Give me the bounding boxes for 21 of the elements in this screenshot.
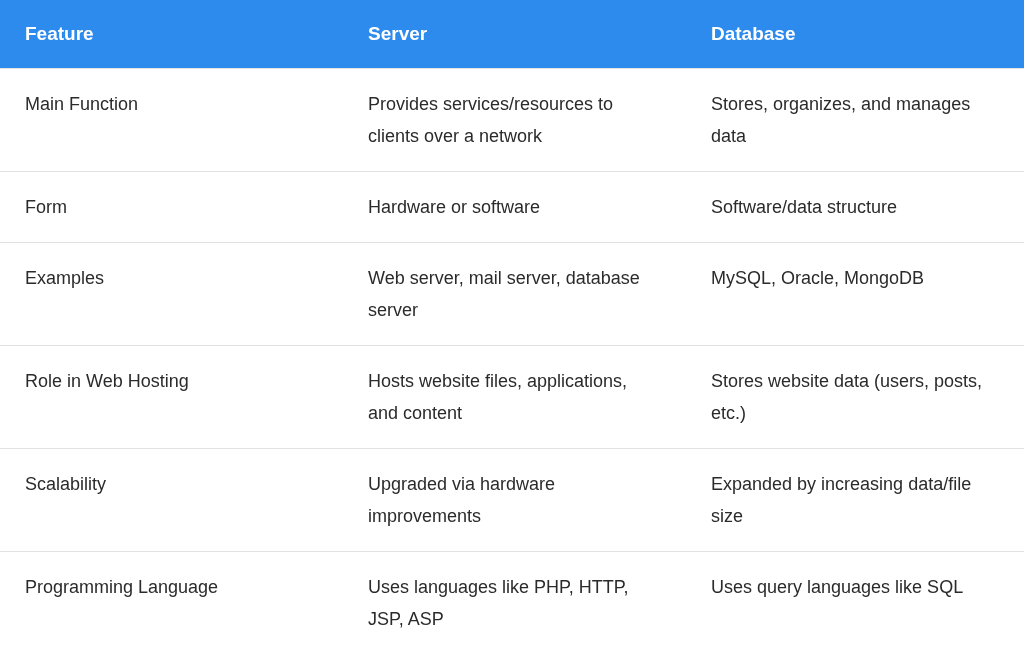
table-cell: Expanded by increasing data/file size (686, 448, 1024, 552)
table-cell: Uses languages like PHP, HTTP, JSP, ASP (343, 551, 686, 652)
table-cell: Web server, mail server, database server (343, 242, 686, 346)
table-cell: Hosts website files, applications, and content (343, 345, 686, 449)
table-cell: Upgraded via hardware improvements (343, 448, 686, 552)
table-cell: MySQL, Oracle, MongoDB (686, 242, 1024, 346)
table-cell: Stores website data (users, posts, etc.) (686, 345, 1024, 449)
table-cell: Stores, organizes, and manages data (686, 68, 1024, 172)
column-header: Feature (0, 0, 343, 69)
table-cell: Programming Language (0, 551, 343, 652)
table-cell: Hardware or software (343, 171, 686, 243)
column-header: Database (686, 0, 1024, 69)
table-cell: Form (0, 171, 343, 243)
table-cell: Provides services/resources to clients over a network (343, 68, 686, 172)
table-cell: Examples (0, 242, 343, 346)
table-cell: Software/data structure (686, 171, 1024, 243)
table-cell: Uses query languages like SQL (686, 551, 1024, 652)
column-header: Server (343, 0, 686, 69)
table-cell: Role in Web Hosting (0, 345, 343, 449)
table-cell: Scalability (0, 448, 343, 552)
table-cell: Main Function (0, 68, 343, 172)
